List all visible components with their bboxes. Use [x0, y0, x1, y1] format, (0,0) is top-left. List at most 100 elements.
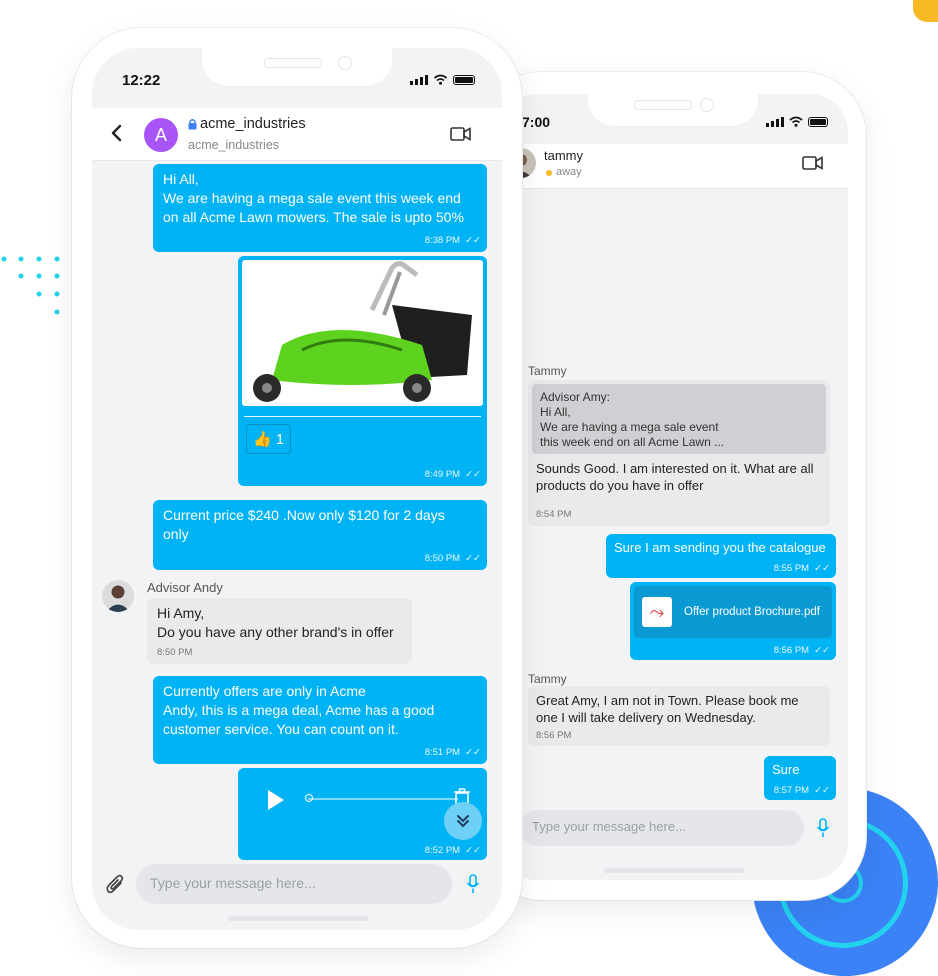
mic-icon[interactable] [466, 874, 480, 894]
message-time-row: 8:56 PM ✓✓ [774, 645, 830, 656]
message-time: 8:56 PM [773, 645, 810, 656]
file-name: Offer product Brochure.pdf [684, 606, 820, 618]
status-time: 7:00 [522, 114, 551, 130]
double-check-icon: ✓✓ [465, 845, 481, 856]
message-input[interactable]: Type your message here... [136, 864, 452, 904]
presence-status: away [556, 166, 582, 178]
wifi-icon [433, 74, 448, 85]
left-phone: 12:22 A acme_industries acme_industries … [72, 28, 522, 948]
message-time: 8:57 PM [773, 785, 810, 796]
image-bubble-outgoing[interactable]: 👍 1 8:49 PM ✓✓ [238, 256, 487, 486]
sender-avatar[interactable] [102, 580, 134, 612]
message-time: 8:52 PM [424, 845, 461, 856]
message-bubble-incoming[interactable]: Hi Amy, Do you have any other brand's in… [147, 598, 412, 664]
status-icons [766, 116, 828, 127]
lawn-mower-illustration [253, 261, 472, 402]
contact-name[interactable]: acme_industries [200, 116, 306, 132]
message-text: Hi Amy, Do you have any other brand's in… [157, 605, 394, 640]
audio-bubble-outgoing[interactable]: 8:52 PM ✓✓ [238, 768, 487, 860]
audio-progress-knob[interactable] [305, 794, 313, 802]
home-indicator [604, 868, 744, 873]
message-text: Sure [772, 762, 800, 777]
double-check-icon: ✓✓ [465, 469, 481, 480]
double-check-icon: ✓✓ [814, 645, 830, 656]
message-bubble-outgoing[interactable]: Currently offers are only in Acme Andy, … [153, 676, 487, 764]
reaction-count: 1 [275, 430, 285, 448]
play-icon[interactable] [266, 788, 286, 812]
scroll-down-button[interactable] [444, 802, 482, 840]
home-indicator [228, 916, 368, 921]
contact-subtitle: acme_industries [188, 138, 280, 152]
message-text: Sounds Good. I am interested on it. What… [536, 461, 814, 493]
audio-progress-track[interactable] [308, 798, 458, 800]
message-time-row: 8:49 PM ✓✓ [425, 469, 481, 480]
contact-name[interactable]: tammy [544, 148, 583, 163]
message-sender: Tammy [528, 672, 567, 686]
message-bubble-outgoing[interactable]: Hi All, We are having a mega sale event … [153, 164, 487, 252]
chat-header: tammy away [498, 144, 848, 189]
back-icon[interactable] [110, 124, 122, 142]
quote-title: Advisor Amy: [540, 390, 611, 404]
double-chevron-down-icon [457, 815, 469, 828]
message-text: Current price $240 .Now only $120 for 2 … [163, 507, 445, 542]
message-time-row: 8:50 PM ✓✓ [425, 553, 481, 564]
mic-icon[interactable] [816, 818, 830, 838]
message-time-row: 8:51 PM ✓✓ [425, 747, 481, 758]
status-icons [410, 74, 475, 85]
message-sender: Tammy [528, 364, 567, 378]
message-time: 8:50 PM [424, 553, 461, 564]
message-bubble-outgoing[interactable]: Current price $240 .Now only $120 for 2 … [153, 500, 487, 570]
message-bubble-incoming[interactable]: Great Amy, I am not in Town. Please book… [528, 686, 830, 746]
battery-icon [808, 116, 828, 127]
file-attachment[interactable]: ⤳ Offer product Brochure.pdf [634, 586, 832, 638]
attachment-icon[interactable] [106, 874, 126, 896]
message-time: 8:51 PM [424, 747, 461, 758]
video-call-icon[interactable] [802, 156, 824, 170]
thumbs-up-icon: 👍 [253, 431, 272, 448]
pdf-icon: ⤳ [642, 597, 672, 627]
message-time-row: 8:52 PM ✓✓ [425, 845, 481, 856]
message-text: Sure I am sending you the catalogue [614, 540, 826, 555]
chat-header: A acme_industries acme_industries [92, 108, 502, 161]
message-input[interactable]: Type your message here... [520, 810, 804, 846]
message-time: 8:38 PM [424, 235, 461, 246]
message-time: 8:50 PM [157, 647, 193, 658]
message-time: 8:55 PM [773, 563, 810, 574]
signal-icon [410, 74, 428, 85]
quote-text: Hi All, We are having a mega sale event … [540, 405, 725, 449]
message-time-row: 8:38 PM ✓✓ [425, 235, 481, 246]
message-text: Hi All, We are having a mega sale event … [163, 171, 464, 225]
message-text: Great Amy, I am not in Town. Please book… [536, 693, 799, 725]
left-screen: 12:22 A acme_industries acme_industries … [92, 48, 502, 930]
message-time-row: 8:57 PM ✓✓ [774, 785, 830, 796]
status-time: 12:22 [122, 72, 161, 89]
message-time: 8:56 PM [536, 730, 572, 741]
quoted-message: Advisor Amy: Hi All, We are having a meg… [532, 384, 826, 454]
battery-icon [453, 74, 475, 85]
reaction-badge[interactable]: 👍 1 [246, 424, 292, 454]
decor-dots [1, 256, 60, 315]
double-check-icon: ✓✓ [465, 553, 481, 564]
file-bubble-outgoing[interactable]: ⤳ Offer product Brochure.pdf 8:56 PM ✓✓ [630, 582, 836, 660]
right-phone: 7:00 tammy away Tammy Advisor Amy: Hi Al… [478, 72, 866, 900]
double-check-icon: ✓✓ [465, 235, 481, 246]
message-text: Currently offers are only in Acme Andy, … [163, 683, 435, 737]
presence-dot [546, 170, 552, 176]
double-check-icon: ✓✓ [814, 785, 830, 796]
double-check-icon: ✓✓ [465, 747, 481, 758]
message-sender: Advisor Andy [147, 580, 223, 595]
signal-icon [766, 116, 784, 127]
message-bubble-outgoing[interactable]: Sure I am sending you the catalogue 8:55… [606, 534, 836, 578]
message-bubble-outgoing[interactable]: Sure 8:57 PM ✓✓ [764, 756, 836, 800]
lock-icon [188, 119, 197, 130]
video-call-icon[interactable] [450, 127, 472, 141]
double-check-icon: ✓✓ [814, 563, 830, 574]
wifi-icon [789, 116, 803, 127]
message-bubble-incoming[interactable]: Advisor Amy: Hi All, We are having a meg… [528, 380, 830, 526]
right-screen: 7:00 tammy away Tammy Advisor Amy: Hi Al… [498, 94, 848, 880]
message-time-row: 8:55 PM ✓✓ [774, 563, 830, 574]
message-time: 8:54 PM [536, 509, 572, 520]
lawn-mower-image[interactable] [242, 260, 483, 406]
avatar[interactable]: A [144, 118, 178, 152]
message-time: 8:49 PM [424, 469, 461, 480]
